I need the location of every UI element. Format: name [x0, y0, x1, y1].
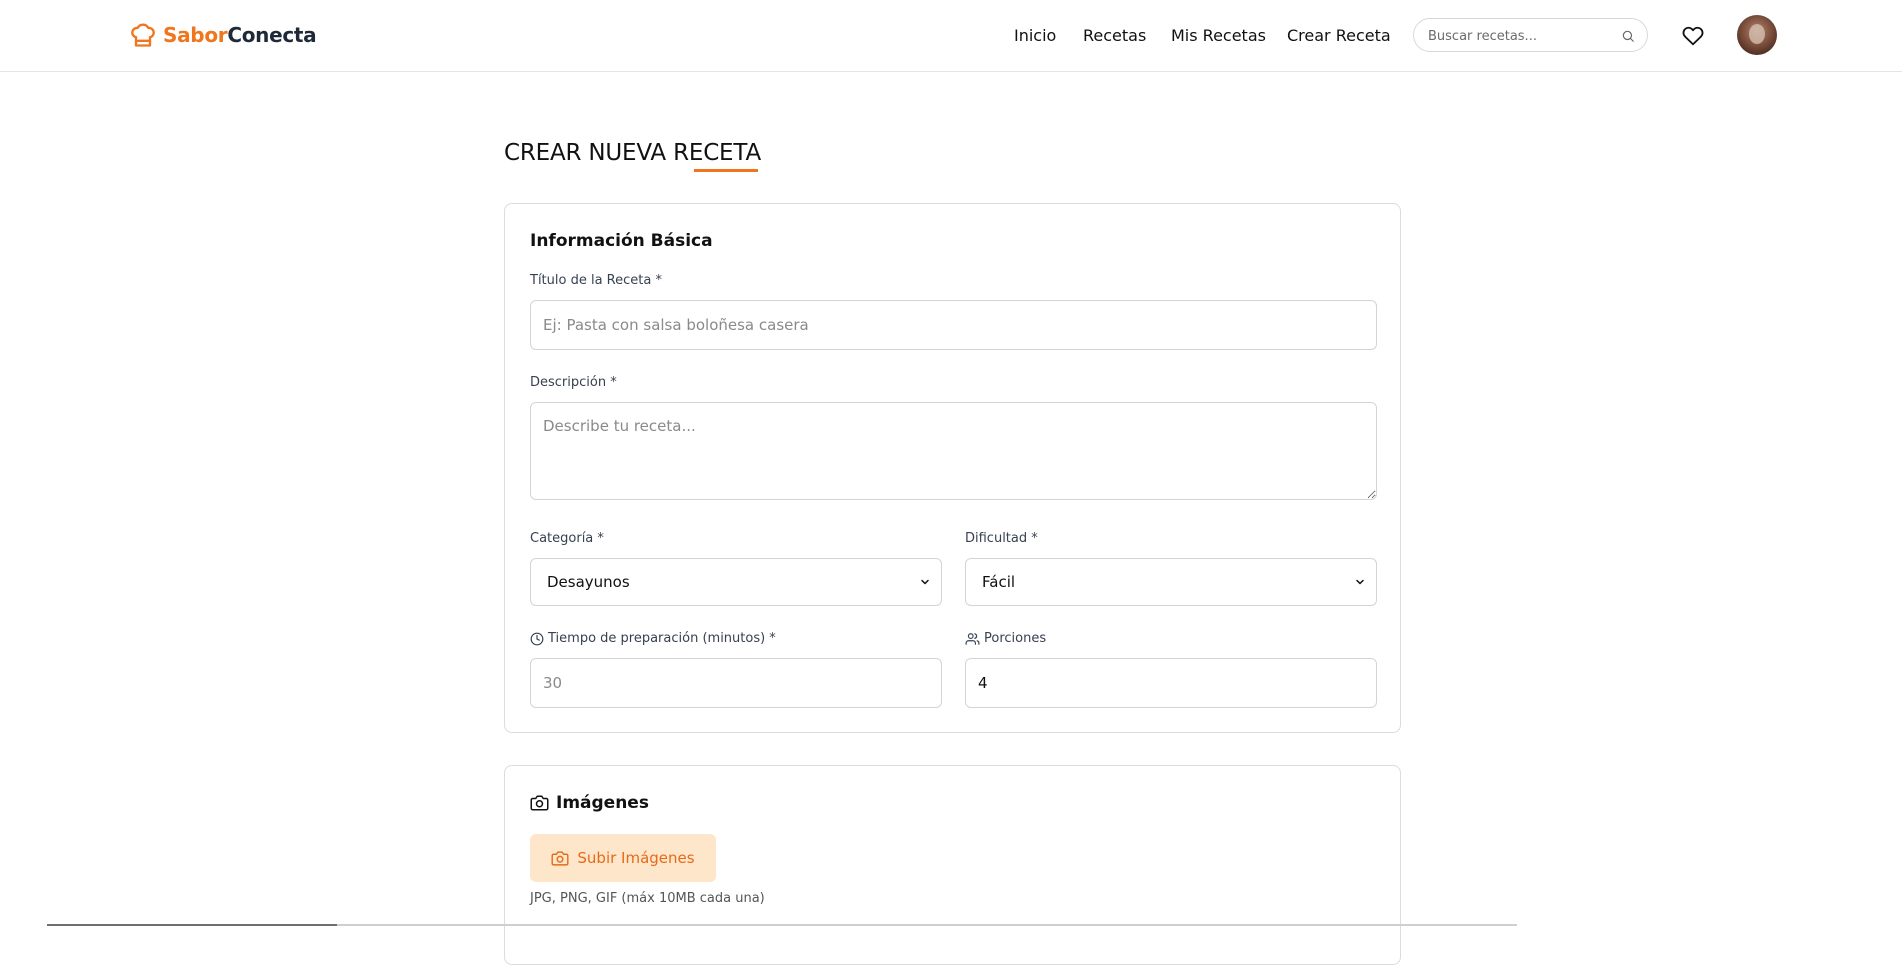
brand-logo[interactable]: SaborConecta — [129, 21, 317, 49]
prep-time-label-text: Tiempo de preparación (minutos) * — [548, 631, 776, 646]
nav-item-mis-recetas[interactable]: Mis Recetas — [1171, 26, 1266, 45]
prep-time-label: Tiempo de preparación (minutos) * — [530, 631, 776, 646]
category-label: Categoría * — [530, 531, 604, 546]
search-icon[interactable] — [1621, 28, 1635, 47]
search-input[interactable] — [1426, 19, 1620, 53]
brand-name-part2: Conecta — [227, 23, 317, 47]
servings-input[interactable] — [965, 658, 1377, 708]
chevron-down-icon — [919, 574, 931, 592]
servings-label-text: Porciones — [984, 631, 1047, 646]
title-underline — [694, 169, 758, 172]
upload-hint: JPG, PNG, GIF (máx 10MB cada una) — [530, 891, 765, 906]
prep-time-input[interactable] — [530, 658, 942, 708]
upload-images-label: Subir Imágenes — [577, 849, 695, 867]
nav-item-crear-receta[interactable]: Crear Receta — [1287, 26, 1391, 45]
chevron-down-icon — [1354, 574, 1366, 592]
page-title-wrap: CREAR NUEVA RECETA — [504, 140, 761, 172]
difficulty-label-text: Dificultad * — [965, 531, 1038, 546]
description-textarea[interactable] — [530, 402, 1377, 500]
servings-label: Porciones — [965, 631, 1046, 646]
category-label-text: Categoría * — [530, 531, 604, 546]
nav-item-inicio[interactable]: Inicio — [1014, 26, 1056, 45]
images-title: Imágenes — [530, 793, 649, 813]
page-title: CREAR NUEVA RECETA — [504, 140, 761, 166]
nav-item-recetas[interactable]: Recetas — [1083, 26, 1146, 45]
category-select[interactable]: Desayunos — [530, 558, 942, 606]
top-navbar: SaborConecta Inicio Recetas Mis Recetas … — [0, 0, 1902, 72]
upload-images-button[interactable]: Subir Imágenes — [530, 834, 716, 882]
chef-hat-icon — [131, 23, 155, 47]
recipe-title-label-text: Título de la Receta * — [530, 273, 662, 288]
images-card: Imágenes Subir Imágenes JPG, PNG, GIF (m… — [504, 765, 1401, 965]
brand-name: SaborConecta — [163, 23, 317, 47]
users-icon — [965, 632, 980, 645]
camera-icon — [551, 850, 569, 866]
search-box — [1413, 18, 1648, 53]
brand-name-part1: Sabor — [163, 23, 228, 47]
basic-info-card: Información Básica Título de la Receta *… — [504, 203, 1401, 733]
description-label-text: Descripción * — [530, 375, 617, 390]
description-label: Descripción * — [530, 375, 617, 390]
difficulty-label: Dificultad * — [965, 531, 1038, 546]
recipe-title-label: Título de la Receta * — [530, 273, 662, 288]
clock-icon — [530, 632, 544, 645]
favorites-heart-icon[interactable] — [1681, 25, 1705, 51]
basic-info-title: Información Básica — [530, 231, 713, 251]
images-title-text: Imágenes — [556, 793, 649, 813]
difficulty-select[interactable]: Fácil — [965, 558, 1377, 606]
difficulty-selected-value: Fácil — [982, 573, 1016, 591]
user-avatar[interactable] — [1737, 15, 1777, 55]
camera-icon — [530, 795, 549, 811]
category-selected-value: Desayunos — [547, 573, 630, 591]
recipe-title-input[interactable] — [530, 300, 1377, 350]
